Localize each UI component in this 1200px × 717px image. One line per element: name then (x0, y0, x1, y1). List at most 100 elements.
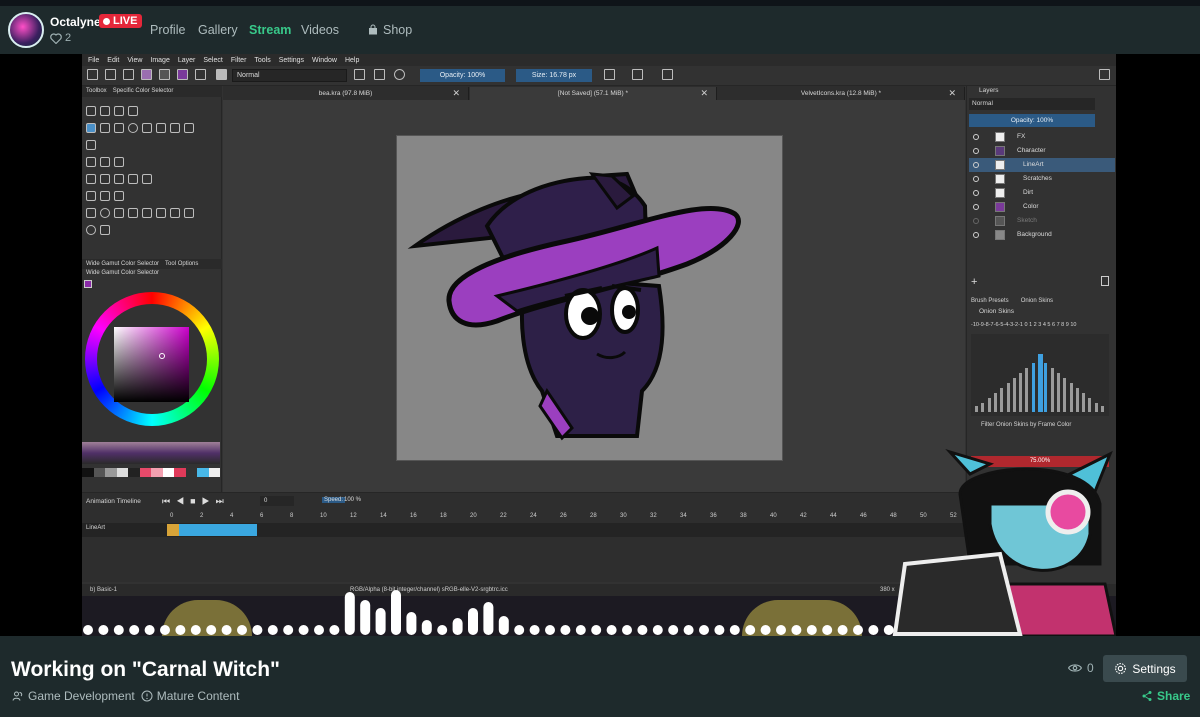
move-tool-icon (100, 157, 110, 167)
dynamic-brush-icon (86, 140, 96, 150)
share-button[interactable]: Share (1141, 689, 1190, 703)
settings-button[interactable]: Settings (1103, 655, 1187, 682)
menu-settings: Settings (278, 56, 305, 64)
ellipse-select-icon (100, 208, 110, 218)
tab-brush-presets: Brush Presets (971, 298, 1009, 304)
onion-bar (1069, 383, 1073, 412)
document-tabs: bea.kra (97.8 MiB) ✕ [Not Saved] (57.1 M… (223, 86, 965, 100)
similar-select-icon (156, 208, 166, 218)
transform-tool-icon (86, 157, 96, 167)
viewer-value: 0 (1087, 661, 1094, 675)
tab-toolbox: Toolbox (86, 88, 107, 94)
timeline-track: LineArt (82, 523, 966, 537)
layer-thumbnail (995, 146, 1005, 156)
eye-icon (973, 134, 979, 140)
menu-layer: Layer (177, 56, 196, 64)
open-doc-icon (105, 69, 116, 80)
contiguous-select-icon (142, 208, 152, 218)
onion-bar (1050, 368, 1054, 412)
select-shape-icon (86, 106, 96, 116)
nav-videos[interactable]: Videos (301, 23, 339, 37)
nav-stream[interactable]: Stream (249, 23, 291, 37)
stream-page: Octalyne LIVE 2 Profile Gallery Stream V… (0, 0, 1200, 717)
crop-tool-icon (114, 157, 124, 167)
timeline-frame-numbers: 0 2 4 6 8 10 12 14 16 18 20 22 24 26 28 30 32 34 36 38 40 42 4… (170, 513, 964, 521)
playback-controls-icon: ⏮◀■▶⏭ (162, 496, 230, 506)
eye-icon (973, 162, 979, 168)
likes-count[interactable]: 2 (50, 32, 71, 44)
timeline-frame-number: 4 (230, 513, 234, 519)
layer-name: Sketch (1017, 217, 1037, 224)
blend-mode-select: Normal (232, 69, 347, 82)
onion-bar (993, 393, 997, 412)
layer-thumbnail (995, 188, 1005, 198)
nav-profile[interactable]: Profile (150, 23, 185, 37)
status-color-space: RGB/Alpha (8-bit integer/channel) sRGB-e… (350, 587, 508, 593)
timeline-frame-number: 40 (770, 513, 777, 519)
eye-icon (973, 190, 979, 196)
swatch (185, 468, 197, 477)
pan-tool-icon (100, 225, 110, 235)
color-tabs: Wide Gamut Color Selector Tool Options (82, 259, 222, 269)
layer-thumbnail (995, 174, 1005, 184)
gradient-icon (141, 69, 152, 80)
tab-specific-color: Specific Color Selector (112, 88, 174, 94)
stream-meta: Game Development Mature Content (12, 689, 239, 703)
swatch (162, 468, 174, 477)
onion-tabs: Brush Presets Onion Skins (971, 298, 1053, 304)
crop-icon (662, 69, 673, 80)
timeline-frame-number: 26 (560, 513, 567, 519)
onion-bar (1075, 388, 1079, 412)
swatch (116, 468, 128, 477)
color-cursor-icon (159, 353, 165, 359)
live-dot-icon (103, 17, 110, 25)
krita-menubar: File Edit View Image Layer Select Filter… (82, 54, 1116, 66)
timeline-frame-number: 24 (530, 513, 537, 519)
live-label: LIVE (113, 15, 138, 27)
channel-avatar[interactable] (8, 12, 44, 48)
timeline-frame-number: 14 (380, 513, 387, 519)
text-tool-icon (100, 106, 110, 116)
close-icon: ✕ (948, 88, 956, 98)
channel-name[interactable]: Octalyne (50, 15, 101, 29)
layer-name: Character (1017, 147, 1046, 154)
tab-tool-options: Tool Options (165, 261, 199, 267)
layer-row: Background (969, 228, 1115, 242)
doc-tab-label: bea.kra (97.8 MiB) (318, 90, 373, 97)
polygon-select-icon (114, 208, 124, 218)
swatch (82, 468, 94, 477)
stream-player[interactable]: File Edit View Image Layer Select Filter… (0, 54, 1200, 636)
assistant-tool-icon (86, 191, 96, 201)
nav-shop[interactable]: Shop (367, 23, 412, 37)
layer-thumbnail (995, 216, 1005, 226)
colorize-mask-icon (142, 174, 152, 184)
onion-opacity-graph (971, 334, 1109, 416)
timeline-frame-number: 34 (680, 513, 687, 519)
timeline-frame-number: 6 (260, 513, 264, 519)
settings-label: Settings (1132, 661, 1176, 676)
doc-tab-bea: bea.kra (97.8 MiB) ✕ (223, 87, 469, 100)
nav-gallery[interactable]: Gallery (198, 23, 238, 37)
swatch (174, 468, 186, 477)
doc-tab-not-saved: [Not Saved] (57.1 MiB) * ✕ (470, 87, 717, 100)
onion-bar (1101, 406, 1104, 412)
edit-shape-icon (114, 106, 124, 116)
swatch (197, 468, 209, 477)
nav-shop-label: Shop (383, 23, 413, 37)
rect-tool-icon (114, 123, 124, 133)
measure-tool-icon (100, 191, 110, 201)
delete-layer-icon (1101, 276, 1109, 286)
timeline-frame-number: 44 (830, 513, 837, 519)
witch-drawing (407, 171, 741, 441)
calligraphy-icon (128, 106, 138, 116)
layer-thumbnail (995, 202, 1005, 212)
timeline-frame-number: 30 (620, 513, 627, 519)
layer-row: Scratches (969, 172, 1115, 186)
layer-blend-select: Normal (969, 98, 1095, 110)
category-link[interactable]: Game Development (12, 689, 135, 703)
shopping-bag-icon (369, 24, 377, 35)
heart-icon (50, 32, 62, 44)
doc-tab-label: VelvetIcons.kra (12.8 MiB) * (800, 90, 882, 97)
ellipse-tool-icon (128, 123, 138, 133)
swatch (208, 468, 220, 477)
